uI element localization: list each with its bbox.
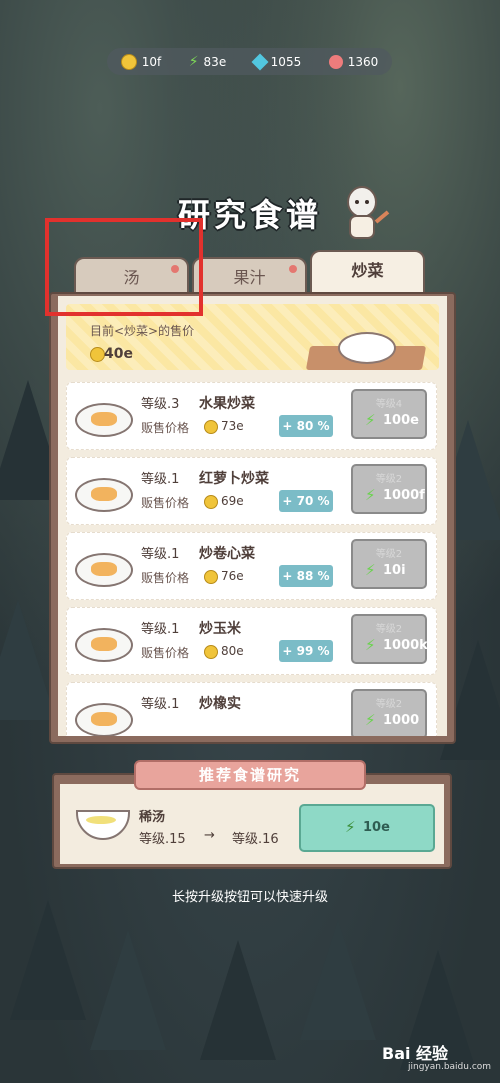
upgrade-cost: 1000 (383, 713, 420, 728)
energy-value: 83e (203, 54, 227, 69)
sell-price-value: 76e (221, 569, 244, 583)
recipe-level: 等级.1 (141, 472, 180, 487)
recipe-name: 炒玉米 (199, 621, 241, 637)
watermark-url: jingyan.baidu.com (408, 1062, 492, 1072)
upgrade-cost: 100e (383, 413, 419, 428)
coin-value: 10f (141, 54, 162, 69)
currency-gems[interactable]: 1055 (251, 53, 302, 70)
recommend-upgrade-button[interactable]: ⚡ 10e (299, 804, 435, 852)
currency-energy[interactable]: ⚡ 83e (189, 54, 227, 70)
tab-stir-fry-label: 炒菜 (351, 261, 384, 280)
recipe-name: 红萝卜炒菜 (199, 471, 269, 487)
tab-stir-fry[interactable]: 炒菜 (310, 250, 425, 295)
upgrade-cost: 1000k (383, 638, 428, 653)
sell-price-label: 贩售价格 (141, 646, 190, 660)
recipe-row: 等级.1 红萝卜炒菜 贩售价格 69e + 70 % 等级2 ⚡ 1000f (66, 457, 437, 525)
lightning-icon: ⚡ (188, 53, 199, 70)
current-price-value: 40e (104, 346, 133, 362)
recipe-level: 等级.1 (141, 622, 180, 637)
currency-bar: 10f ⚡ 83e 1055 1360 (107, 48, 392, 75)
stir-fry-dish-icon (338, 332, 396, 364)
coin-icon (120, 53, 137, 70)
recipe-level: 等级.1 (141, 547, 180, 562)
recipe-name: 炒卷心菜 (199, 546, 255, 562)
upgrade-button[interactable]: 等级2 ⚡ 10i (351, 539, 427, 589)
required-level: 等级2 (375, 624, 403, 635)
recipe-level: 等级.1 (141, 697, 180, 712)
recipe-row: 等级.1 炒卷心菜 贩售价格 76e + 88 % 等级2 ⚡ 10i (66, 532, 437, 600)
required-level: 等级4 (375, 399, 403, 410)
dish-icon (75, 403, 133, 437)
tab-juice[interactable]: 果汁 (192, 257, 307, 297)
lightning-icon: ⚡ (365, 486, 376, 504)
upgrade-button[interactable]: 等级4 ⚡ 100e (351, 389, 427, 439)
recipe-row: 等级.3 水果炒菜 贩售价格 73e + 80 % 等级4 ⚡ 100e (66, 382, 437, 450)
sell-price-value: 80e (221, 644, 244, 658)
sell-price-value: 73e (221, 419, 244, 433)
upgrade-cost: 1000f (383, 488, 425, 503)
required-level: 等级2 (375, 699, 403, 710)
coin-icon (204, 645, 218, 659)
recipe-name: 炒橡实 (199, 696, 241, 712)
required-level: 等级2 (375, 474, 403, 485)
gem-value: 1055 (270, 54, 302, 69)
bonus-badge: + 70 % (279, 490, 333, 512)
currency-hearts[interactable]: 1360 (328, 54, 379, 69)
upgrade-button[interactable]: 等级2 ⚡ 1000f (351, 464, 427, 514)
current-price-label: 目前<炒菜>的售价 (90, 324, 195, 338)
upgrade-button[interactable]: 等级2 ⚡ 1000k (351, 614, 428, 664)
bonus-badge: + 99 % (279, 640, 333, 662)
lightning-icon: ⚡ (365, 636, 376, 654)
recipe-row: 等级.1 炒玉米 贩售价格 80e + 99 % 等级2 ⚡ 1000k (66, 607, 437, 675)
coin-icon (204, 570, 218, 584)
tab-juice-label: 果汁 (233, 268, 266, 287)
recipe-level: 等级.3 (141, 397, 180, 412)
recipe-list[interactable]: 目前<炒菜>的售价 40e 等级.3 水果炒菜 贩售价格 73e + 80 % … (58, 296, 447, 736)
coin-icon (204, 495, 218, 509)
lightning-icon: ⚡ (365, 711, 376, 729)
hint-text: 长按升级按钮可以快速升级 (171, 890, 328, 905)
watermark-logo: Bai 经验 (382, 1044, 449, 1063)
bonus-badge: + 80 % (279, 415, 333, 437)
sell-price-label: 贩售价格 (141, 571, 190, 585)
bonus-badge: + 88 % (279, 565, 333, 587)
upgrade-button[interactable]: 等级2 ⚡ 1000 (351, 689, 427, 736)
arrow-right-icon: → (204, 828, 215, 843)
red-highlight-box (45, 218, 203, 316)
recommend-recipe-name: 稀汤 (139, 810, 166, 825)
recommend-level-to: 等级.16 (232, 832, 279, 847)
recommend-title: 推荐食谱研究 (134, 760, 366, 790)
recipe-name: 水果炒菜 (199, 396, 255, 412)
dish-icon (75, 628, 133, 662)
required-level: 等级2 (375, 549, 403, 560)
lightning-icon: ⚡ (365, 411, 376, 429)
dish-icon (75, 478, 133, 512)
coin-icon (204, 420, 218, 434)
chef-mascot-icon (347, 186, 390, 239)
recommend-upgrade-cost: 10e (363, 820, 390, 835)
sell-price-value: 69e (221, 494, 244, 508)
lightning-icon: ⚡ (345, 818, 356, 836)
recipe-row: 等级.1 炒橡实 等级2 ⚡ 1000 (66, 682, 437, 736)
sell-price-label: 贩售价格 (141, 421, 190, 435)
currency-coins[interactable]: 10f (120, 53, 162, 70)
heart-icon (328, 54, 343, 69)
upgrade-cost: 10i (383, 563, 406, 578)
dish-icon (75, 553, 133, 587)
lightning-icon: ⚡ (365, 561, 376, 579)
gem-icon (251, 53, 269, 70)
dish-icon (75, 703, 133, 736)
coin-icon (90, 347, 105, 362)
recommend-level-from: 等级.15 (139, 832, 186, 847)
sell-price-label: 贩售价格 (141, 496, 190, 510)
heart-value: 1360 (347, 54, 379, 69)
notification-dot (289, 265, 297, 273)
